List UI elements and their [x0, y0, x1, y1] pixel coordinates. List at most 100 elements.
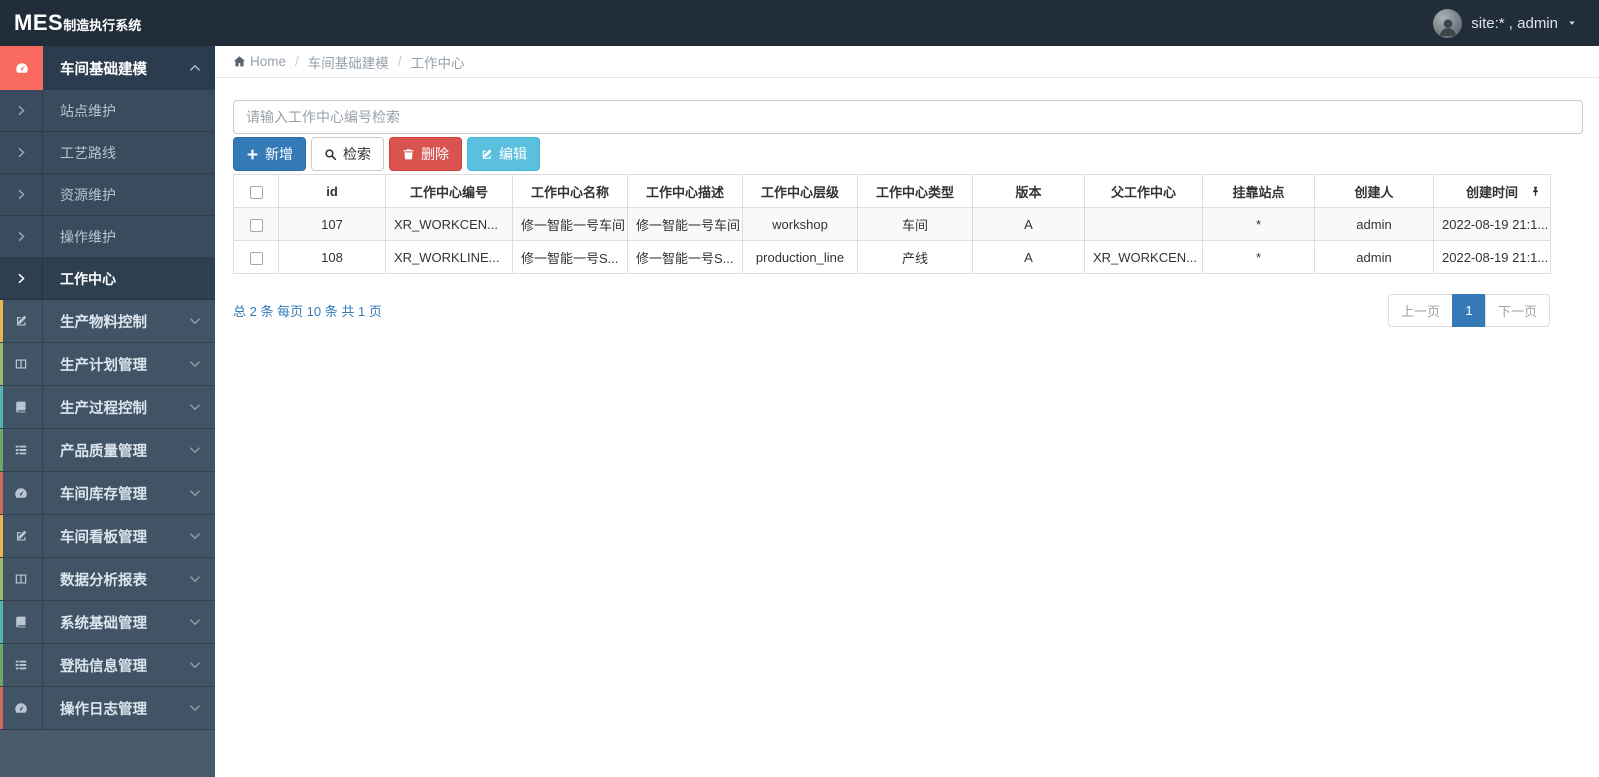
cell-id: 108 [278, 240, 386, 274]
subitem-label: 工艺路线 [60, 144, 116, 161]
delete-button[interactable]: 删除 [389, 137, 462, 171]
gauge-icon [14, 486, 28, 500]
sidebar-item-5[interactable]: 车间看板管理 [0, 515, 215, 558]
sidebar-subitem-1[interactable]: 工艺路线 [0, 132, 215, 174]
user-label: site:* , admin [1471, 14, 1558, 32]
sidebar-item-label: 产品质量管理 [60, 443, 147, 460]
sidebar-item-workshop-modeling[interactable]: 车间基础建模 [0, 46, 215, 90]
column-header-6[interactable]: 版本 [972, 174, 1085, 208]
chevron-down-icon [189, 616, 201, 628]
column-header-label: 工作中心编号 [409, 184, 488, 200]
chevron-up-icon [189, 62, 201, 74]
user-menu[interactable]: site:* , admin [1433, 8, 1599, 38]
select-all-checkbox[interactable] [249, 185, 263, 199]
book-icon [14, 400, 28, 414]
cell-创建时间: 2022-08-19 21:1... [1433, 207, 1551, 241]
sidebar-item-label: 生产物料控制 [60, 314, 147, 331]
cell-版本: A [972, 207, 1085, 241]
sidebar-subitem-2[interactable]: 资源维护 [0, 174, 215, 216]
column-header-7[interactable]: 父工作中心 [1084, 174, 1203, 208]
column-header-label: 创建时间 [1465, 184, 1518, 200]
sidebar-item-6[interactable]: 数据分析报表 [0, 558, 215, 601]
row-checkbox[interactable] [249, 218, 263, 232]
table-row-1[interactable]: 108 XR_WORKLINE... 修一智能一号S... 修一智能一号S... pro… [233, 240, 1551, 274]
toolbar: 新增 检索 删除 编辑 [233, 137, 1583, 171]
gauge-icon [14, 701, 28, 715]
person-icon [1437, 16, 1459, 38]
chevron-right-icon [16, 147, 27, 158]
page-1-button[interactable]: 1 [1451, 294, 1486, 327]
chevron-right-icon-wrap [0, 258, 43, 299]
work-center-table: id 工作中心编号 工作中心名称 工作中心描述 工作中心层级 工作中心类型 版本 父工作中心 挂… [233, 174, 1551, 274]
chevron-right-icon [16, 231, 27, 242]
cell-工作中心类型: 产线 [857, 240, 973, 274]
chevron-down-icon [189, 659, 201, 671]
sidebar-parent-items: 生产物料控制 生产计划管理 生产过程控制 产品质量管理 车间库存管理 车间看板管… [0, 300, 215, 730]
chevron-down-icon [189, 401, 201, 413]
sidebar-item-9[interactable]: 操作日志管理 [0, 687, 215, 730]
color-strip [0, 515, 3, 557]
sidebar-item-label: 登陆信息管理 [60, 658, 147, 675]
sidebar-subitem-4[interactable]: 工作中心 [0, 258, 215, 300]
edit-button[interactable]: 编辑 [467, 137, 540, 171]
breadcrumb-item-0[interactable]: Home [233, 54, 286, 69]
search-button[interactable]: 检索 [311, 137, 384, 171]
cell-工作中心层级: workshop [742, 207, 858, 241]
cell-工作中心层级: production_line [742, 240, 858, 274]
cell-工作中心名称: 修一智能一号车间 [512, 207, 628, 241]
sidebar-item-8[interactable]: 登陆信息管理 [0, 644, 215, 687]
prev-page-button[interactable]: 上一页 [1387, 294, 1453, 327]
content: 新增 检索 删除 编辑 id 工作中心编号 工作中心名称 工作中心描述 工作中心层级 工作… [215, 78, 1599, 327]
book-icon-wrap [0, 601, 43, 643]
cell-工作中心名称: 修一智能一号S... [512, 240, 628, 274]
next-page-button[interactable]: 下一页 [1484, 294, 1550, 327]
breadcrumb-item-1[interactable]: 车间基础建模 [308, 52, 389, 72]
column-header-1[interactable]: 工作中心编号 [385, 174, 513, 208]
column-header-2[interactable]: 工作中心名称 [512, 174, 628, 208]
column-header-9[interactable]: 创建人 [1314, 174, 1434, 208]
list-icon-wrap [0, 429, 43, 471]
row-checkbox-cell [233, 240, 279, 274]
chevron-right-icon-wrap [0, 216, 43, 257]
avatar [1433, 8, 1463, 38]
column-header-4[interactable]: 工作中心层级 [742, 174, 858, 208]
edit-button-label: 编辑 [499, 146, 527, 162]
sidebar-item-3[interactable]: 产品质量管理 [0, 429, 215, 472]
column-header-5[interactable]: 工作中心类型 [857, 174, 973, 208]
add-button[interactable]: 新增 [233, 137, 306, 171]
row-checkbox[interactable] [249, 251, 263, 265]
chevron-down-icon [189, 315, 201, 327]
sidebar-item-7[interactable]: 系统基础管理 [0, 601, 215, 644]
sidebar-item-4[interactable]: 车间库存管理 [0, 472, 215, 515]
sidebar-subitem-3[interactable]: 操作维护 [0, 216, 215, 258]
table-header-row: id 工作中心编号 工作中心名称 工作中心描述 工作中心层级 工作中心类型 版本 父工作中心 挂… [233, 174, 1551, 208]
pin-icon [1530, 186, 1541, 197]
sidebar-subitem-0[interactable]: 站点维护 [0, 90, 215, 132]
chevron-right-icon [16, 273, 27, 284]
app-logo: MES 制造执行系统 [0, 10, 215, 36]
sidebar-item-1[interactable]: 生产计划管理 [0, 343, 215, 386]
plus-icon [246, 148, 259, 161]
column-header-0[interactable]: id [278, 174, 386, 208]
list-icon-wrap [0, 644, 43, 686]
cell-父工作中心: XR_WORKCEN... [1084, 240, 1203, 274]
header-checkbox-cell [233, 174, 279, 208]
color-strip [0, 687, 3, 729]
cell-id: 107 [278, 207, 386, 241]
search-input[interactable] [233, 100, 1583, 134]
chevron-down-icon [189, 444, 201, 456]
cell-创建人: admin [1314, 207, 1434, 241]
column-header-10[interactable]: 创建时间 [1433, 174, 1551, 208]
column-header-3[interactable]: 工作中心描述 [627, 174, 743, 208]
table-row-0[interactable]: 107 XR_WORKCEN... 修一智能一号车间 修一智能一号车间 workshop… [233, 207, 1551, 241]
sidebar-item-2[interactable]: 生产过程控制 [0, 386, 215, 429]
column-header-8[interactable]: 挂靠站点 [1202, 174, 1315, 208]
sidebar-item-0[interactable]: 生产物料控制 [0, 300, 215, 343]
color-strip [0, 386, 3, 428]
subitem-label: 工作中心 [60, 270, 116, 287]
breadcrumb-item-2[interactable]: 工作中心 [411, 52, 465, 72]
gauge-icon-wrap [0, 687, 43, 729]
edit-icon [480, 148, 493, 161]
cell-挂靠站点: * [1202, 240, 1315, 274]
data-table-wrap: id 工作中心编号 工作中心名称 工作中心描述 工作中心层级 工作中心类型 版本 父工作中心 挂… [233, 174, 1551, 274]
